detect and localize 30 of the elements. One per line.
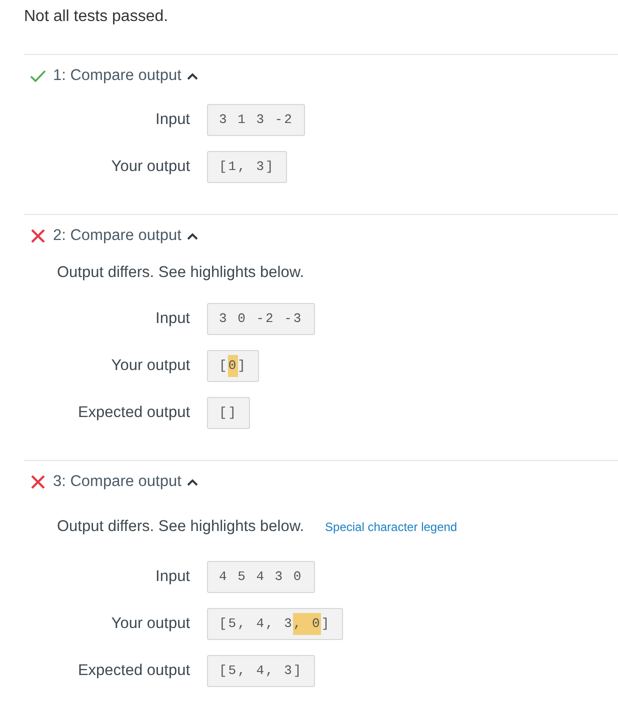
highlighted-code: , 0 — [293, 613, 322, 635]
row-label: Input — [156, 110, 190, 130]
test-title-toggle[interactable]: 1: Compare output — [53, 66, 198, 86]
highlighted-code: 0 — [228, 355, 238, 377]
test-title-toggle[interactable]: 2: Compare output — [53, 226, 198, 246]
code-text: [1, 3] — [219, 158, 275, 176]
caret-up-icon — [187, 232, 198, 240]
code-text: ] — [321, 615, 331, 633]
code-text: 4 5 4 3 0 — [219, 568, 303, 586]
code-text: [ — [219, 357, 228, 375]
summary-text: Not all tests passed. — [24, 7, 168, 26]
caret-up-icon — [187, 478, 198, 486]
code-text: 3 1 3 -2 — [219, 111, 294, 129]
row-label: Your output — [111, 614, 190, 634]
legend-link[interactable]: Special character legend — [325, 519, 458, 535]
code-text: [5, 4, 3] — [219, 662, 303, 680]
message-text: Output differs. See highlights below. — [57, 517, 304, 537]
code-text: [] — [219, 404, 238, 422]
row-label: Expected output — [78, 403, 190, 423]
caret-up-icon — [187, 72, 198, 80]
row-label: Input — [156, 567, 190, 587]
row-label: Input — [156, 309, 190, 329]
code-text: [5, 4, 3 — [219, 615, 294, 633]
test-title-toggle[interactable]: 3: Compare output — [53, 472, 198, 492]
row-label: Your output — [111, 356, 190, 376]
code-text: 3 0 -2 -3 — [219, 310, 303, 328]
row-label: Expected output — [78, 661, 190, 681]
code-text: ] — [238, 357, 247, 375]
row-label: Your output — [111, 157, 190, 177]
message-text: Output differs. See highlights below. — [57, 263, 304, 283]
